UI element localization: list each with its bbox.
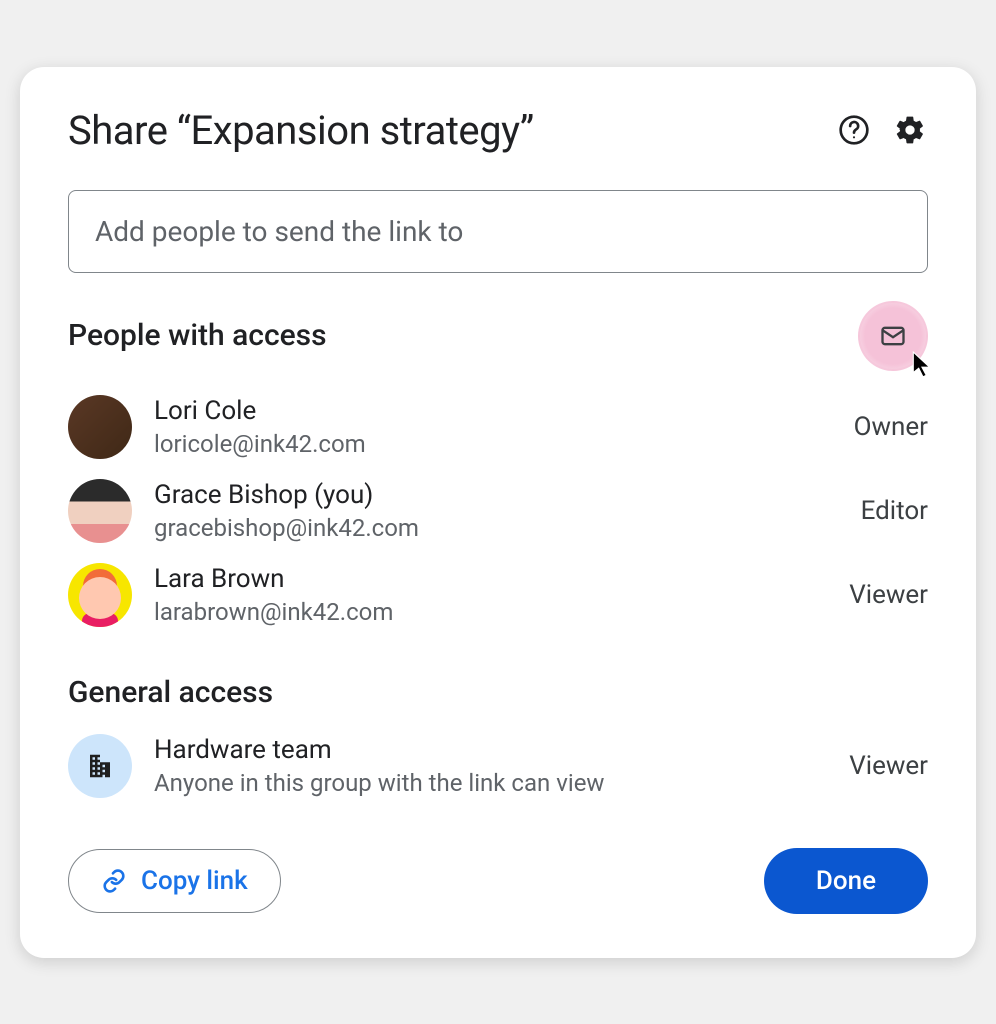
person-row: Grace Bishop (you) gracebishop@ink42.com… [68,479,928,543]
gear-icon[interactable] [892,112,928,148]
add-people-input[interactable] [68,190,928,273]
person-row: Lara Brown larabrown@ink42.com Viewer [68,563,928,627]
copy-link-button[interactable]: Copy link [68,849,281,913]
group-name: Hardware team [154,735,604,765]
role-dropdown[interactable]: Viewer [849,751,928,781]
people-with-access-title: People with access [68,318,327,353]
mail-icon [879,322,907,350]
group-description: Anyone in this group with the link can v… [154,769,604,797]
people-section-header: People with access [68,301,928,371]
person-email: loricole@ink42.com [154,430,366,458]
header-icons [836,112,928,148]
help-icon[interactable] [836,112,872,148]
person-name: Lara Brown [154,564,393,594]
dialog-footer: Copy link Done [68,848,928,914]
link-icon [101,868,127,894]
person-email: gracebishop@ink42.com [154,514,419,542]
done-button[interactable]: Done [764,848,928,914]
share-dialog: Share “Expansion strategy” People with a… [20,67,976,958]
group-avatar [68,734,132,798]
role-dropdown[interactable]: Viewer [849,580,928,610]
email-everyone-button[interactable] [858,301,928,371]
avatar [68,395,132,459]
dialog-title: Share “Expansion strategy” [68,107,534,154]
avatar [68,563,132,627]
general-access-row: Hardware team Anyone in this group with … [68,734,928,798]
general-access-section: General access Hardware team Anyone in t… [68,675,928,798]
copy-link-label: Copy link [141,866,248,896]
dialog-header: Share “Expansion strategy” [68,107,928,154]
cursor-icon [912,351,934,379]
role-dropdown[interactable]: Editor [861,496,928,526]
role-label: Owner [854,412,928,442]
person-row: Lori Cole loricole@ink42.com Owner [68,395,928,459]
person-email: larabrown@ink42.com [154,598,393,626]
building-icon [85,751,115,781]
person-name: Grace Bishop (you) [154,480,419,510]
person-name: Lori Cole [154,396,366,426]
avatar [68,479,132,543]
general-access-title: General access [68,675,928,710]
